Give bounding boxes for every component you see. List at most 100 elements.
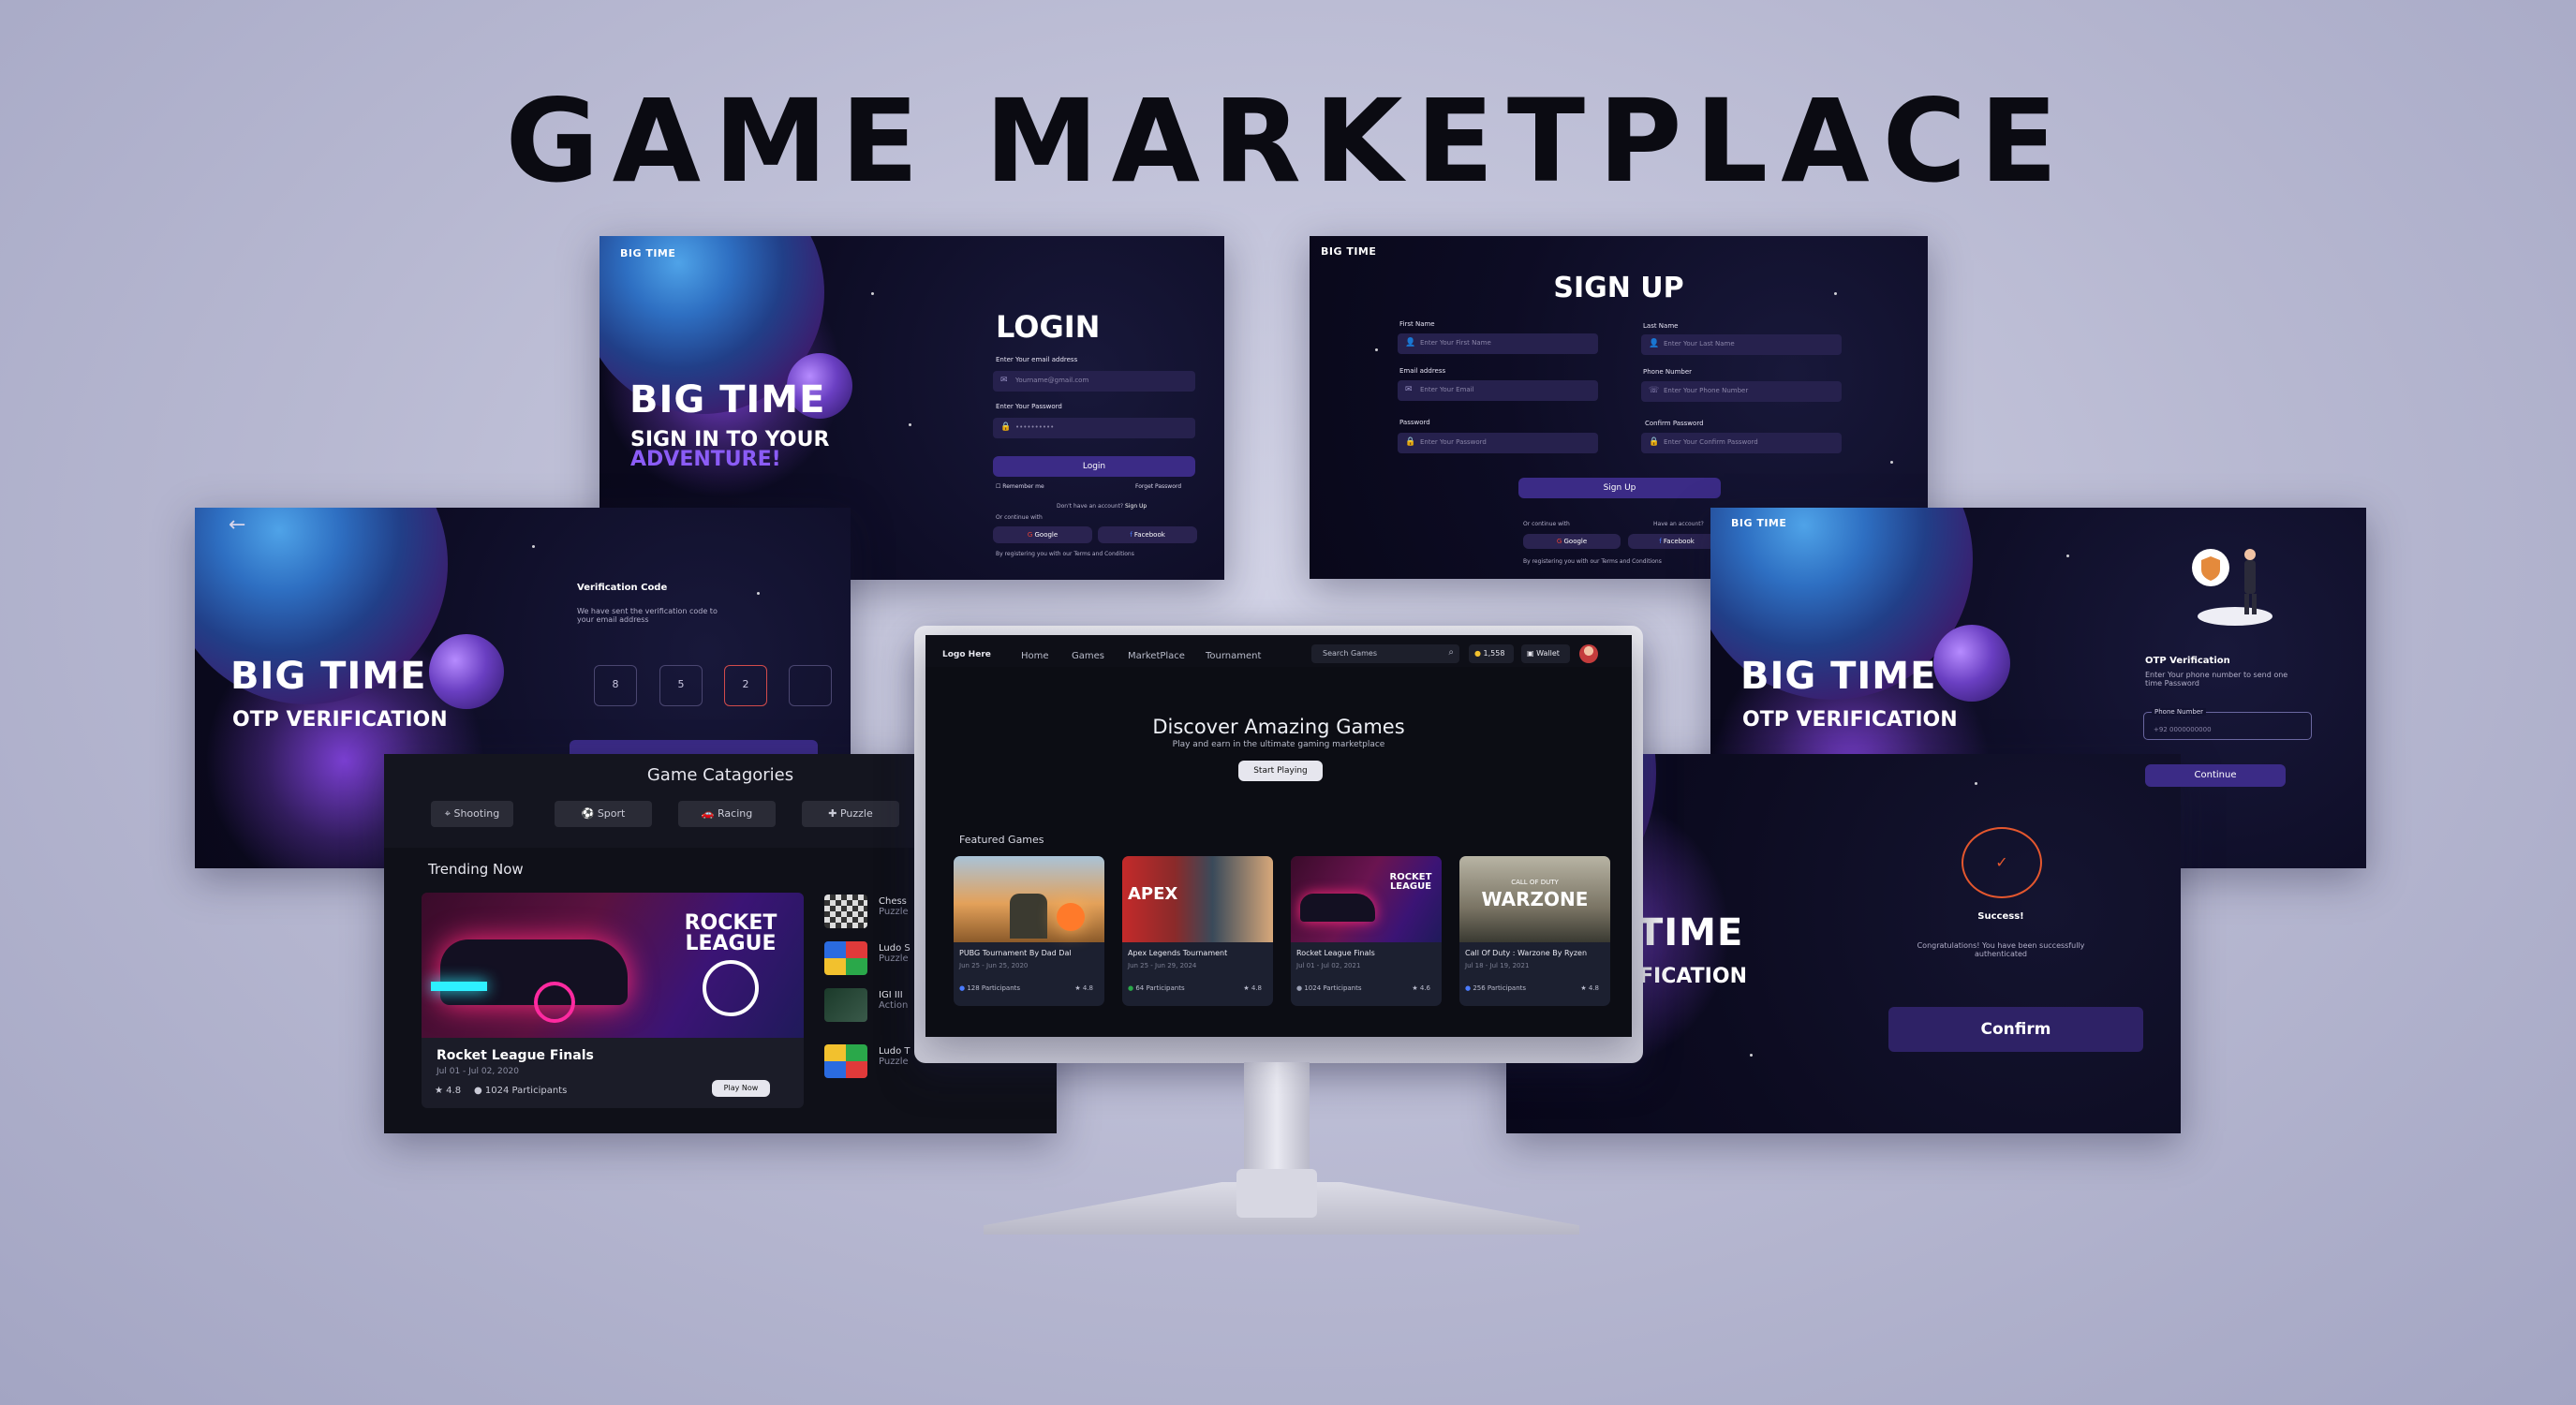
- user-icon: 👤: [1405, 338, 1416, 348]
- nav-home[interactable]: Home: [1021, 651, 1049, 661]
- avatar[interactable]: [1579, 644, 1598, 663]
- card-rating: ★ 4.8: [1580, 984, 1599, 992]
- category-puzzle[interactable]: ✚ Puzzle: [802, 801, 899, 827]
- phone-field[interactable]: ☏ Enter Your Phone Number: [1641, 381, 1842, 402]
- lock-icon: 🔒: [1405, 437, 1416, 447]
- side-item-ludo[interactable]: Ludo S Puzzle: [879, 943, 910, 964]
- first-name-label: First Name: [1399, 320, 1435, 328]
- game-card-apex[interactable]: APEX Apex Legends Tournament Jun 25 - Ju…: [1122, 856, 1273, 1006]
- back-arrow-icon[interactable]: ←: [229, 513, 245, 537]
- otp-digit-1[interactable]: 8: [594, 665, 637, 706]
- email-label: Enter Your email address: [996, 356, 1078, 363]
- signup-link[interactable]: Sign Up: [1125, 503, 1147, 510]
- warzone-art: CALL OF DUTY WARZONE: [1459, 856, 1610, 942]
- password-label: Password: [1399, 419, 1430, 426]
- logo: BIG TIME: [1731, 517, 1787, 529]
- game-card-pubg[interactable]: PUBG Tournament By Dad Dal Jun 25 - Jun …: [954, 856, 1104, 1006]
- terms-text: By registering you with our Terms and Co…: [1523, 558, 1662, 565]
- igi-thumb: [824, 988, 867, 1022]
- facebook-icon: f: [1130, 531, 1133, 539]
- subtitle-partial: FICATION: [1639, 965, 1747, 988]
- rocket-league-logo: ROCKET LEAGUE: [1389, 872, 1432, 892]
- car-icon: 🚗: [701, 807, 715, 820]
- pubg-art: [954, 856, 1104, 942]
- rocket-league-logo: ROCKET LEAGUE: [684, 911, 777, 955]
- chess-thumb: [824, 895, 867, 928]
- first-name-field[interactable]: 👤 Enter Your First Name: [1398, 333, 1598, 354]
- apex-art: APEX: [1122, 856, 1273, 942]
- forgot-password-link[interactable]: Forget Password: [1135, 483, 1181, 490]
- last-name-field[interactable]: 👤 Enter Your Last Name: [1641, 334, 1842, 355]
- nav-marketplace[interactable]: MarketPlace: [1128, 651, 1185, 661]
- tagline-2: ADVENTURE!: [630, 448, 781, 471]
- subtitle: OTP VERIFICATION: [232, 708, 448, 732]
- avatar-group-icon: ●: [1128, 984, 1134, 992]
- category-sport[interactable]: ⚽ Sport: [555, 801, 652, 827]
- google-button[interactable]: G Google: [1523, 534, 1621, 549]
- feature-rating: ★ 4.8: [435, 1086, 462, 1096]
- wallet-button[interactable]: ▣ Wallet: [1521, 644, 1570, 663]
- confirm-button[interactable]: Confirm: [1888, 1007, 2143, 1052]
- password-field[interactable]: 🔒 ••••••••••: [993, 418, 1195, 438]
- game-card-warzone[interactable]: CALL OF DUTY WARZONE Call Of Duty : Warzo…: [1459, 856, 1610, 1006]
- brand-title: BIG TIME: [1740, 655, 1937, 698]
- avatar-group-icon: ●: [1296, 984, 1303, 992]
- lock-icon: 🔒: [1000, 422, 1012, 432]
- remember-checkbox[interactable]: ☐ Remember me: [996, 483, 1044, 490]
- success-message: Congratulations! You have been successfu…: [1917, 941, 2085, 958]
- category-shooting[interactable]: ⌖ Shooting: [431, 801, 513, 827]
- email-field[interactable]: ✉ Yourname@gmail.com: [993, 371, 1195, 392]
- google-button[interactable]: G Google: [993, 526, 1092, 543]
- login-button[interactable]: Login: [993, 456, 1195, 477]
- nav-tournament[interactable]: Tournament: [1206, 651, 1261, 661]
- star-icon: ★: [1580, 984, 1587, 992]
- hero-subtitle: Play and earn in the ultimate gaming mar…: [1172, 740, 1385, 749]
- confirm-password-field[interactable]: 🔒 Enter Your Confirm Password: [1641, 433, 1842, 453]
- side-item-igi[interactable]: IGI III Action: [879, 990, 908, 1011]
- warzone-logo: WARZONE: [1481, 888, 1589, 910]
- apex-logo: APEX: [1128, 884, 1178, 904]
- otp-digit-3[interactable]: 2: [724, 665, 767, 706]
- continue-button[interactable]: Continue: [2145, 764, 2286, 787]
- card-date: Jun 25 - Jun 25, 2020: [959, 962, 1029, 969]
- feature-title: Rocket League Finals: [437, 1048, 594, 1063]
- nav-logo[interactable]: Logo Here: [942, 650, 991, 659]
- phone-field[interactable]: Phone Number +92 0000000000: [2143, 708, 2312, 740]
- play-now-button[interactable]: Play Now: [712, 1080, 770, 1097]
- card-date: Jul 18 - Jul 19, 2021: [1465, 962, 1530, 969]
- featured-game-card[interactable]: ROCKET LEAGUE Rocket League Finals Jul 0…: [422, 893, 804, 1108]
- card-rating: ★ 4.8: [1074, 984, 1093, 992]
- email-field[interactable]: ✉ Enter Your Email: [1398, 380, 1598, 401]
- category-racing[interactable]: 🚗 Racing: [678, 801, 776, 827]
- otp-digit-2[interactable]: 5: [659, 665, 703, 706]
- signup-button[interactable]: Sign Up: [1518, 478, 1721, 498]
- card-rating: ★ 4.6: [1412, 984, 1430, 992]
- facebook-button[interactable]: f Facebook: [1098, 526, 1197, 543]
- side-item-chess[interactable]: Chess Puzzle: [879, 896, 909, 917]
- phone-label: Phone Number: [2152, 708, 2207, 716]
- google-icon: G: [1027, 531, 1033, 539]
- avatar-group-icon: ●: [1465, 984, 1472, 992]
- side-item-ludo-2[interactable]: Ludo T Puzzle: [879, 1046, 910, 1067]
- signup-heading: SIGN UP: [1553, 272, 1684, 304]
- start-playing-button[interactable]: Start Playing: [1238, 761, 1323, 781]
- card-date: Jul 01 - Jul 02, 2021: [1296, 962, 1361, 969]
- password-field[interactable]: 🔒 Enter Your Password: [1398, 433, 1598, 453]
- featured-heading: Featured Games: [959, 834, 1044, 846]
- code-title: Verification Code: [577, 583, 668, 593]
- subtitle: OTP VERIFICATION: [1742, 708, 1958, 732]
- search-input[interactable]: Search Games ⌕: [1311, 644, 1459, 663]
- nav-games[interactable]: Games: [1072, 651, 1104, 661]
- search-icon[interactable]: ⌕: [1448, 647, 1454, 658]
- card-title: PUBG Tournament By Dad Dal: [959, 949, 1072, 957]
- otp-digit-4[interactable]: [789, 665, 832, 706]
- mail-icon: ✉: [1405, 385, 1413, 394]
- have-account[interactable]: Have an account?: [1653, 521, 1704, 527]
- game-card-rocket-league[interactable]: ROCKET LEAGUE Rocket League Finals Jul 0…: [1291, 856, 1442, 1006]
- ludo-thumb: [824, 941, 867, 975]
- last-name-label: Last Name: [1643, 322, 1679, 330]
- lock-icon: 🔒: [1649, 437, 1660, 447]
- card-title: Rocket League Finals: [1296, 949, 1375, 957]
- card-participants: ● 256 Participants: [1465, 984, 1527, 992]
- card-rating: ★ 4.8: [1243, 984, 1262, 992]
